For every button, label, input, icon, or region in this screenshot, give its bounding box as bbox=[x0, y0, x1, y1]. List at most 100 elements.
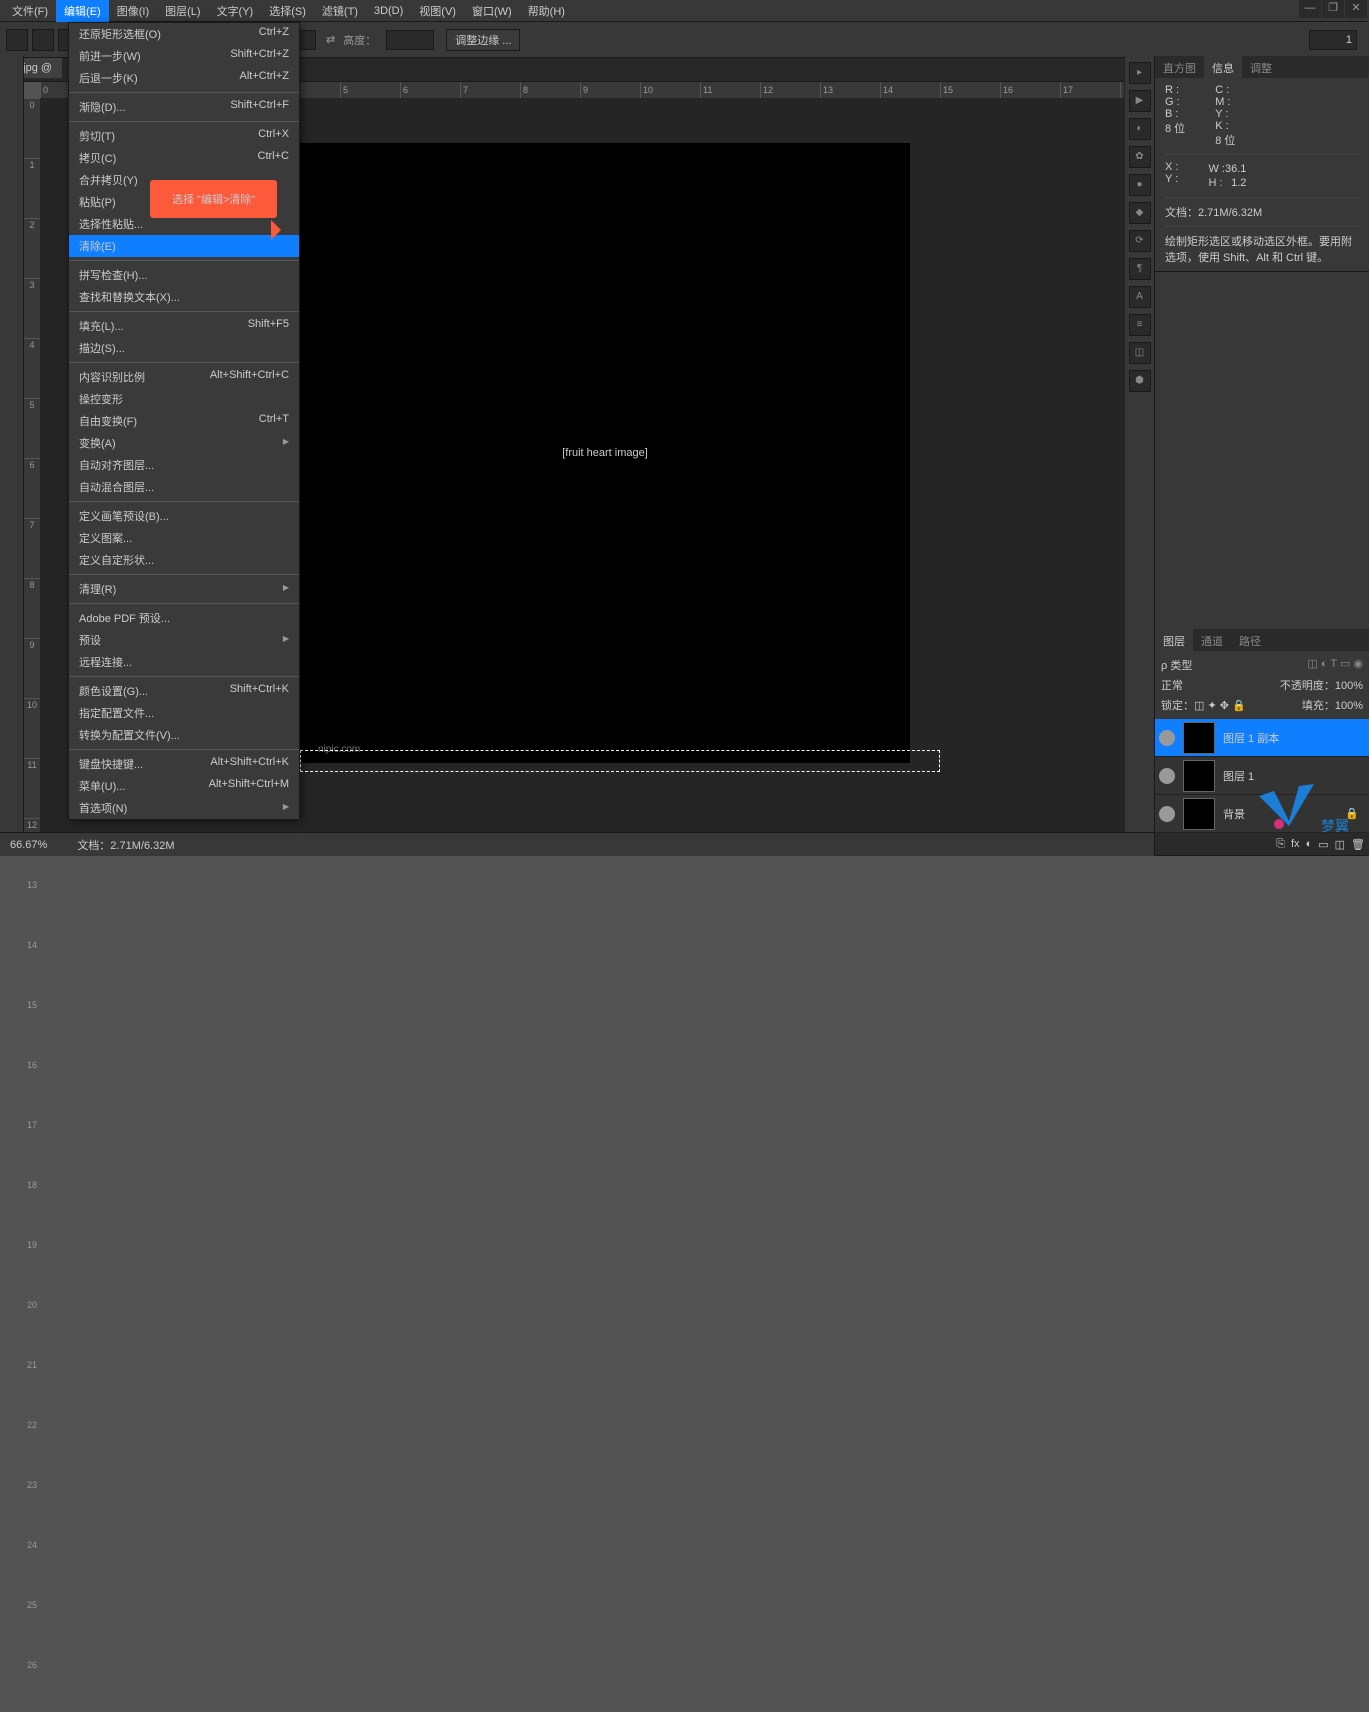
selection-mode-add[interactable] bbox=[32, 29, 54, 51]
menu-item: 查找和替换文本(X)... bbox=[69, 286, 299, 308]
menu-item[interactable]: Adobe PDF 预设... bbox=[69, 607, 299, 629]
new-layer-icon[interactable]: ◫ bbox=[1335, 838, 1345, 851]
panel-icon[interactable]: ≡ bbox=[1129, 314, 1151, 336]
height-label: 高度： bbox=[343, 32, 376, 48]
menu-item[interactable]: 变换(A) bbox=[69, 432, 299, 454]
layer-row[interactable]: 图层 1 副本 bbox=[1155, 719, 1369, 757]
menu-视图(V)[interactable]: 视图(V) bbox=[411, 0, 464, 22]
menu-item[interactable]: 还原矩形选框(O)Ctrl+Z bbox=[69, 23, 299, 45]
menu-item[interactable]: 剪切(T)Ctrl+X bbox=[69, 125, 299, 147]
menu-文字(Y)[interactable]: 文字(Y) bbox=[209, 0, 262, 22]
menu-滤镜(T)[interactable]: 滤镜(T) bbox=[314, 0, 366, 22]
info-y: Y : bbox=[1215, 108, 1235, 120]
menu-编辑(E)[interactable]: 编辑(E) bbox=[56, 0, 109, 22]
panel-icon[interactable]: ◆ bbox=[1129, 202, 1151, 224]
layers-tab[interactable]: 图层 bbox=[1155, 629, 1193, 651]
menu-item[interactable]: 后退一步(K)Alt+Ctrl+Z bbox=[69, 67, 299, 89]
panel-icon[interactable]: ¶ bbox=[1129, 258, 1151, 280]
menu-item[interactable]: 操控变形 bbox=[69, 388, 299, 410]
height-input[interactable] bbox=[386, 30, 434, 50]
opt-number[interactable]: 1 bbox=[1309, 30, 1357, 50]
zoom-level[interactable]: 66.67% bbox=[10, 839, 47, 851]
canvas[interactable]: [fruit heart image] nipic.com bbox=[300, 143, 910, 763]
panel-icon[interactable]: ● bbox=[1129, 174, 1151, 196]
group-icon[interactable]: ▭ bbox=[1318, 838, 1328, 851]
info-panel: 直方图 信息 调整 R : G : B : 8 位 C : M : Y : K … bbox=[1155, 56, 1369, 272]
tutorial-tooltip: 选择 "编辑>清除" bbox=[150, 180, 277, 218]
layer-thumb[interactable] bbox=[1183, 722, 1215, 754]
menu-item[interactable]: 菜单(U)...Alt+Shift+Ctrl+M bbox=[69, 775, 299, 797]
menu-item[interactable]: 清除(E) bbox=[69, 235, 299, 257]
menu-item[interactable]: 转换为配置文件(V)... bbox=[69, 724, 299, 746]
ruler-vertical: 0123456789101112131415161718192021222324… bbox=[24, 98, 40, 832]
refine-edge-button[interactable]: 调整边缘 ... bbox=[446, 29, 520, 51]
paths-tab[interactable]: 路径 bbox=[1231, 629, 1269, 651]
menu-item[interactable]: 预设 bbox=[69, 629, 299, 651]
blend-mode-select[interactable]: 正常 bbox=[1161, 677, 1245, 693]
selection-mode-new[interactable] bbox=[6, 29, 28, 51]
panel-icon[interactable]: ◐ bbox=[1129, 118, 1151, 140]
visibility-icon[interactable] bbox=[1159, 806, 1175, 822]
menu-item[interactable]: 自由变换(F)Ctrl+T bbox=[69, 410, 299, 432]
histogram-tab[interactable]: 直方图 bbox=[1155, 56, 1204, 78]
menu-item[interactable]: 清理(R) bbox=[69, 578, 299, 600]
menu-3D(D)[interactable]: 3D(D) bbox=[366, 2, 411, 20]
menu-item: 自动对齐图层... bbox=[69, 454, 299, 476]
menu-item[interactable]: 描边(S)... bbox=[69, 337, 299, 359]
info-m: M : bbox=[1215, 96, 1235, 108]
panel-icon[interactable]: ✿ bbox=[1129, 146, 1151, 168]
mask-icon[interactable]: ◐ bbox=[1306, 838, 1313, 850]
panel-icon[interactable]: ▸ bbox=[1129, 62, 1151, 84]
menu-item[interactable]: 定义画笔预设(B)... bbox=[69, 505, 299, 527]
adjust-tab[interactable]: 调整 bbox=[1242, 56, 1280, 78]
menu-item[interactable]: 内容识别比例Alt+Shift+Ctrl+C bbox=[69, 366, 299, 388]
layer-thumb[interactable] bbox=[1183, 798, 1215, 830]
menu-item[interactable]: 远程连接... bbox=[69, 651, 299, 673]
channels-tab[interactable]: 通道 bbox=[1193, 629, 1231, 651]
status-doc: 文档：2.71M/6.32M bbox=[77, 837, 174, 853]
menu-item[interactable]: 指定配置文件... bbox=[69, 702, 299, 724]
link-icon[interactable]: ⎘ bbox=[1276, 838, 1285, 851]
menu-item[interactable]: 首选项(N) bbox=[69, 797, 299, 819]
layer-thumb[interactable] bbox=[1183, 760, 1215, 792]
info-tab[interactable]: 信息 bbox=[1204, 56, 1242, 78]
info-g: G : bbox=[1165, 96, 1185, 108]
menu-item[interactable]: 定义图案... bbox=[69, 527, 299, 549]
minimize-button[interactable]: — bbox=[1299, 0, 1321, 18]
menu-item[interactable]: 前进一步(W)Shift+Ctrl+Z bbox=[69, 45, 299, 67]
panel-icon[interactable]: ⬢ bbox=[1129, 370, 1151, 392]
menu-item[interactable]: 填充(L)...Shift+F5 bbox=[69, 315, 299, 337]
menu-item: 定义自定形状... bbox=[69, 549, 299, 571]
swap-icon[interactable]: ⇄ bbox=[326, 33, 335, 46]
panel-icon[interactable]: ▶ bbox=[1129, 90, 1151, 112]
layer-kind-select[interactable]: ρ 类型 bbox=[1161, 657, 1231, 673]
menu-item: 自动混合图层... bbox=[69, 476, 299, 498]
menu-窗口(W)[interactable]: 窗口(W) bbox=[464, 0, 520, 22]
panel-icon[interactable]: A bbox=[1129, 286, 1151, 308]
panel-icon[interactable]: ◫ bbox=[1129, 342, 1151, 364]
menu-图像(I)[interactable]: 图像(I) bbox=[109, 0, 157, 22]
menu-选择(S)[interactable]: 选择(S) bbox=[261, 0, 314, 22]
menu-item[interactable]: 颜色设置(G)...Shift+Ctrl+K bbox=[69, 680, 299, 702]
panel-icon[interactable]: ⟳ bbox=[1129, 230, 1151, 252]
info-doc: 文档：2.71M/6.32M bbox=[1165, 197, 1359, 220]
menu-item[interactable]: 键盘快捷键...Alt+Shift+Ctrl+K bbox=[69, 753, 299, 775]
menu-item[interactable]: 拷贝(C)Ctrl+C bbox=[69, 147, 299, 169]
menu-帮助(H)[interactable]: 帮助(H) bbox=[520, 0, 573, 22]
layers-footer: ⎘ fx ◐ ▭ ◫ 🗑 bbox=[1155, 833, 1369, 855]
visibility-icon[interactable] bbox=[1159, 730, 1175, 746]
info-k: K : bbox=[1215, 120, 1235, 132]
toolbar[interactable] bbox=[0, 56, 24, 856]
menubar: 文件(F)编辑(E)图像(I)图层(L)文字(Y)选择(S)滤镜(T)3D(D)… bbox=[0, 0, 1369, 22]
menu-文件(F)[interactable]: 文件(F) bbox=[4, 0, 56, 22]
close-button[interactable]: ✕ bbox=[1345, 0, 1367, 18]
fx-icon[interactable]: fx bbox=[1291, 838, 1300, 850]
window-controls: — ❐ ✕ bbox=[1298, 0, 1367, 18]
info-c: C : bbox=[1215, 84, 1235, 96]
maximize-button[interactable]: ❐ bbox=[1322, 0, 1344, 18]
visibility-icon[interactable] bbox=[1159, 768, 1175, 784]
selection-marquee bbox=[300, 750, 940, 772]
info-bit2: 8 位 bbox=[1215, 132, 1235, 148]
trash-icon[interactable]: 🗑 bbox=[1351, 838, 1365, 851]
menu-图层(L)[interactable]: 图层(L) bbox=[157, 0, 208, 22]
